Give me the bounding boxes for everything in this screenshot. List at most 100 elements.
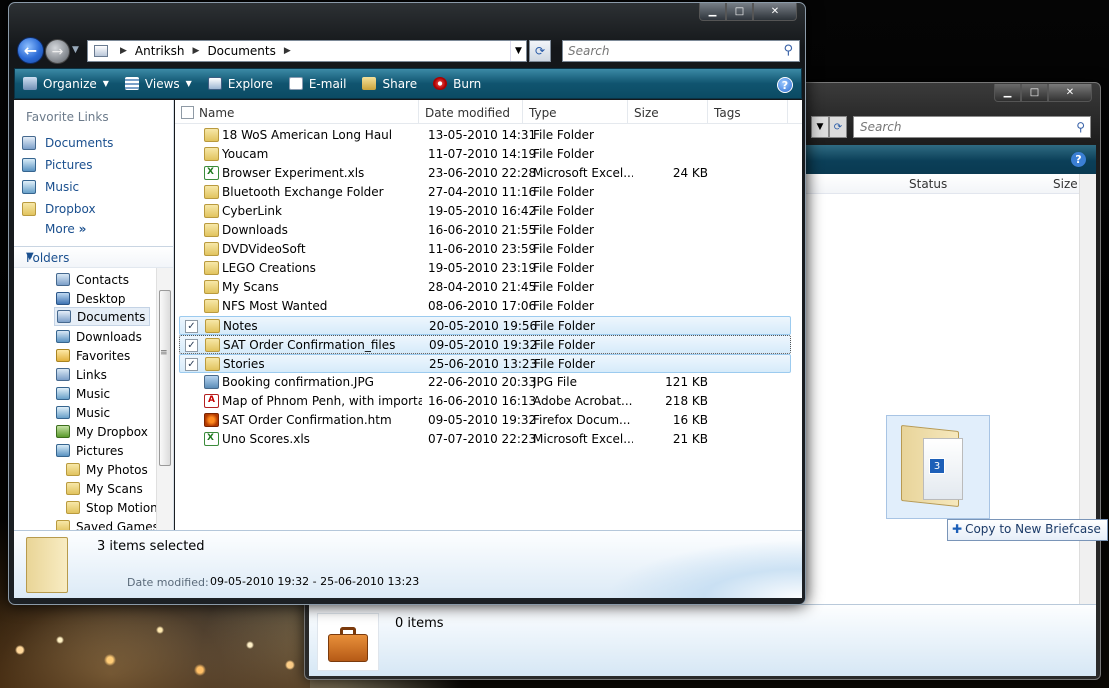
close-button[interactable]: ✕ (753, 3, 797, 21)
tree-item-saved-games[interactable]: Saved Games (56, 517, 159, 530)
search-icon[interactable]: ⚲ (1076, 120, 1085, 134)
recent-pages-dropdown[interactable]: ▼ (72, 45, 79, 55)
chevron-right-icon[interactable]: ▶ (284, 46, 291, 56)
favorite-dropbox[interactable]: Dropbox (22, 200, 96, 218)
file-row[interactable]: ✓ SAT Order Confirmation_files 09-05-2010 … (179, 335, 791, 354)
file-type: File Folder (533, 242, 594, 256)
row-checkbox[interactable]: ✓ (185, 358, 198, 371)
file-name: Uno Scores.xls (222, 432, 310, 446)
file-row[interactable]: Browser Experiment.xls 23-06-2010 22:28Mi… (179, 164, 791, 183)
file-name: Booking confirmation.JPG (222, 375, 374, 389)
address-dropdown-button[interactable]: ▼ (510, 41, 526, 61)
tree-label: My Dropbox (76, 424, 148, 439)
column-tags[interactable]: Tags (708, 100, 788, 124)
chevron-right-icon[interactable]: ▶ (193, 46, 200, 56)
maximize-button[interactable]: □ (1021, 84, 1048, 102)
tree-item-my-photos[interactable]: My Photos (66, 460, 148, 479)
double-chevron-icon: » (78, 222, 87, 236)
tree-item-desktop[interactable]: Desktop (56, 289, 126, 308)
maximize-button[interactable]: □ (726, 3, 753, 21)
tree-item-stop-motion[interactable]: Stop Motion (66, 498, 158, 517)
breadcrumb-documents[interactable]: Documents (207, 44, 275, 58)
tree-item-documents[interactable]: Documents (54, 307, 151, 326)
refresh-button[interactable]: ⟳ (529, 40, 551, 62)
file-size: 218 KB (665, 394, 708, 408)
file-row[interactable]: ✓ Stories 25-06-2010 13:23 File Folder (179, 354, 791, 373)
scrollbar-thumb[interactable] (159, 290, 171, 466)
file-row[interactable]: CyberLink 19-05-2010 16:42 File Folder (179, 202, 791, 221)
file-name: Browser Experiment.xls (222, 166, 365, 180)
favorite-music[interactable]: Music (22, 178, 79, 196)
tree-item-my-scans[interactable]: My Scans (66, 479, 143, 498)
documents-window[interactable]: ▁ □ ✕ ← → ▼ ▶ Antriksh ▶ Documents ▶ ▼ ⟳… (8, 2, 806, 605)
file-date-modified: 11-06-2010 23:59 (428, 242, 537, 256)
tree-item-downloads[interactable]: Downloads (56, 327, 142, 346)
back-button[interactable]: ← (17, 37, 44, 64)
favorite-documents[interactable]: Documents (22, 134, 113, 152)
folder-icon (94, 45, 108, 57)
column-date-modified[interactable]: Date modified (419, 100, 523, 124)
search-input[interactable]: Search ⚲ (562, 40, 800, 62)
tree-item-music[interactable]: Music (56, 384, 110, 403)
file-name: CyberLink (222, 204, 282, 218)
email-button[interactable]: E-mail (281, 69, 355, 98)
navigation-scrollbar[interactable]: ≡ (156, 268, 173, 530)
file-row[interactable]: LEGO Creations 19-05-2010 23:19 File Folde… (179, 259, 791, 278)
row-checkbox[interactable]: ✓ (185, 339, 198, 352)
help-icon[interactable]: ? (1071, 152, 1086, 167)
file-row[interactable]: Uno Scores.xls 07-07-2010 22:23Microsoft … (179, 430, 791, 449)
views-button[interactable]: Views ▼ (117, 69, 200, 98)
column-type[interactable]: Type (523, 100, 628, 124)
file-row[interactable]: Booking confirmation.JPG 22-06-2010 20:33… (179, 373, 791, 392)
row-checkbox[interactable]: ✓ (185, 320, 198, 333)
tree-item-music-2[interactable]: Music (56, 403, 110, 422)
file-row[interactable]: NFS Most Wanted 08-06-2010 17:06 File Fold… (179, 297, 791, 316)
share-button[interactable]: Share (354, 69, 425, 98)
burn-button[interactable]: Burn (425, 69, 489, 98)
downloads-icon (56, 330, 70, 343)
breadcrumb-antriksh[interactable]: Antriksh (135, 44, 185, 58)
column-size[interactable]: Size (1053, 177, 1078, 191)
file-row[interactable]: Bluetooth Exchange Folder 27-04-2010 11:1… (179, 183, 791, 202)
file-row[interactable]: Map of Phnom Penh, with importa... 16-06-… (179, 392, 791, 411)
explore-button[interactable]: Explore (200, 69, 281, 98)
column-size[interactable]: Size (628, 100, 708, 124)
file-type: File Folder (533, 280, 594, 294)
file-row[interactable]: ✓ Notes 20-05-2010 19:56 File Folder (179, 316, 791, 335)
favorite-label: Pictures (45, 158, 93, 172)
tree-item-contacts[interactable]: Contacts (56, 270, 129, 289)
close-button[interactable]: ✕ (1048, 84, 1092, 102)
file-row[interactable]: Downloads 16-06-2010 21:55 File Folder (179, 221, 791, 240)
drag-tooltip: ✚ Copy to New Briefcase (947, 519, 1108, 541)
help-icon[interactable]: ? (777, 77, 793, 93)
file-list[interactable]: Name Date modified Type Size Tags 18 WoS… (175, 100, 802, 530)
refresh-button[interactable]: ⟳ (829, 116, 847, 138)
search-icon[interactable]: ⚲ (783, 43, 793, 58)
folders-header[interactable]: Folders ▼ (14, 246, 173, 268)
select-all-checkbox[interactable] (181, 106, 194, 119)
column-status[interactable]: Status (909, 177, 947, 191)
organize-button[interactable]: Organize ▼ (15, 69, 117, 98)
column-name[interactable]: Name (175, 100, 419, 124)
tree-item-my-dropbox[interactable]: My Dropbox (56, 422, 148, 441)
address-dropdown-button[interactable]: ▼ (811, 116, 829, 138)
favorite-pictures[interactable]: Pictures (22, 156, 93, 174)
file-row[interactable]: DVDVideoSoft 11-06-2010 23:59 File Folder (179, 240, 791, 259)
address-bar[interactable]: ▶ Antriksh ▶ Documents ▶ ▼ (87, 40, 527, 62)
tree-item-favorites[interactable]: Favorites (56, 346, 130, 365)
file-type: File Folder (533, 204, 594, 218)
file-date-modified: 07-07-2010 22:23 (428, 432, 537, 446)
file-row[interactable]: 18 WoS American Long Haul 13-05-2010 14:3… (179, 126, 791, 145)
forward-button[interactable]: → (45, 39, 70, 64)
tree-item-pictures[interactable]: Pictures (56, 441, 124, 460)
minimize-button[interactable]: ▁ (699, 3, 726, 21)
chevron-right-icon[interactable]: ▶ (120, 46, 127, 56)
firefox-document-icon (204, 413, 219, 427)
file-row[interactable]: Youcam 11-07-2010 14:19 File Folder (179, 145, 791, 164)
tree-item-links[interactable]: Links (56, 365, 107, 384)
more-links-button[interactable]: More » (45, 222, 86, 236)
minimize-button[interactable]: ▁ (994, 84, 1021, 102)
file-row[interactable]: SAT Order Confirmation.htm 09-05-2010 19:… (179, 411, 791, 430)
file-row[interactable]: My Scans 28-04-2010 21:45 File Folder (179, 278, 791, 297)
search-input[interactable]: Search ⚲ (853, 116, 1091, 138)
